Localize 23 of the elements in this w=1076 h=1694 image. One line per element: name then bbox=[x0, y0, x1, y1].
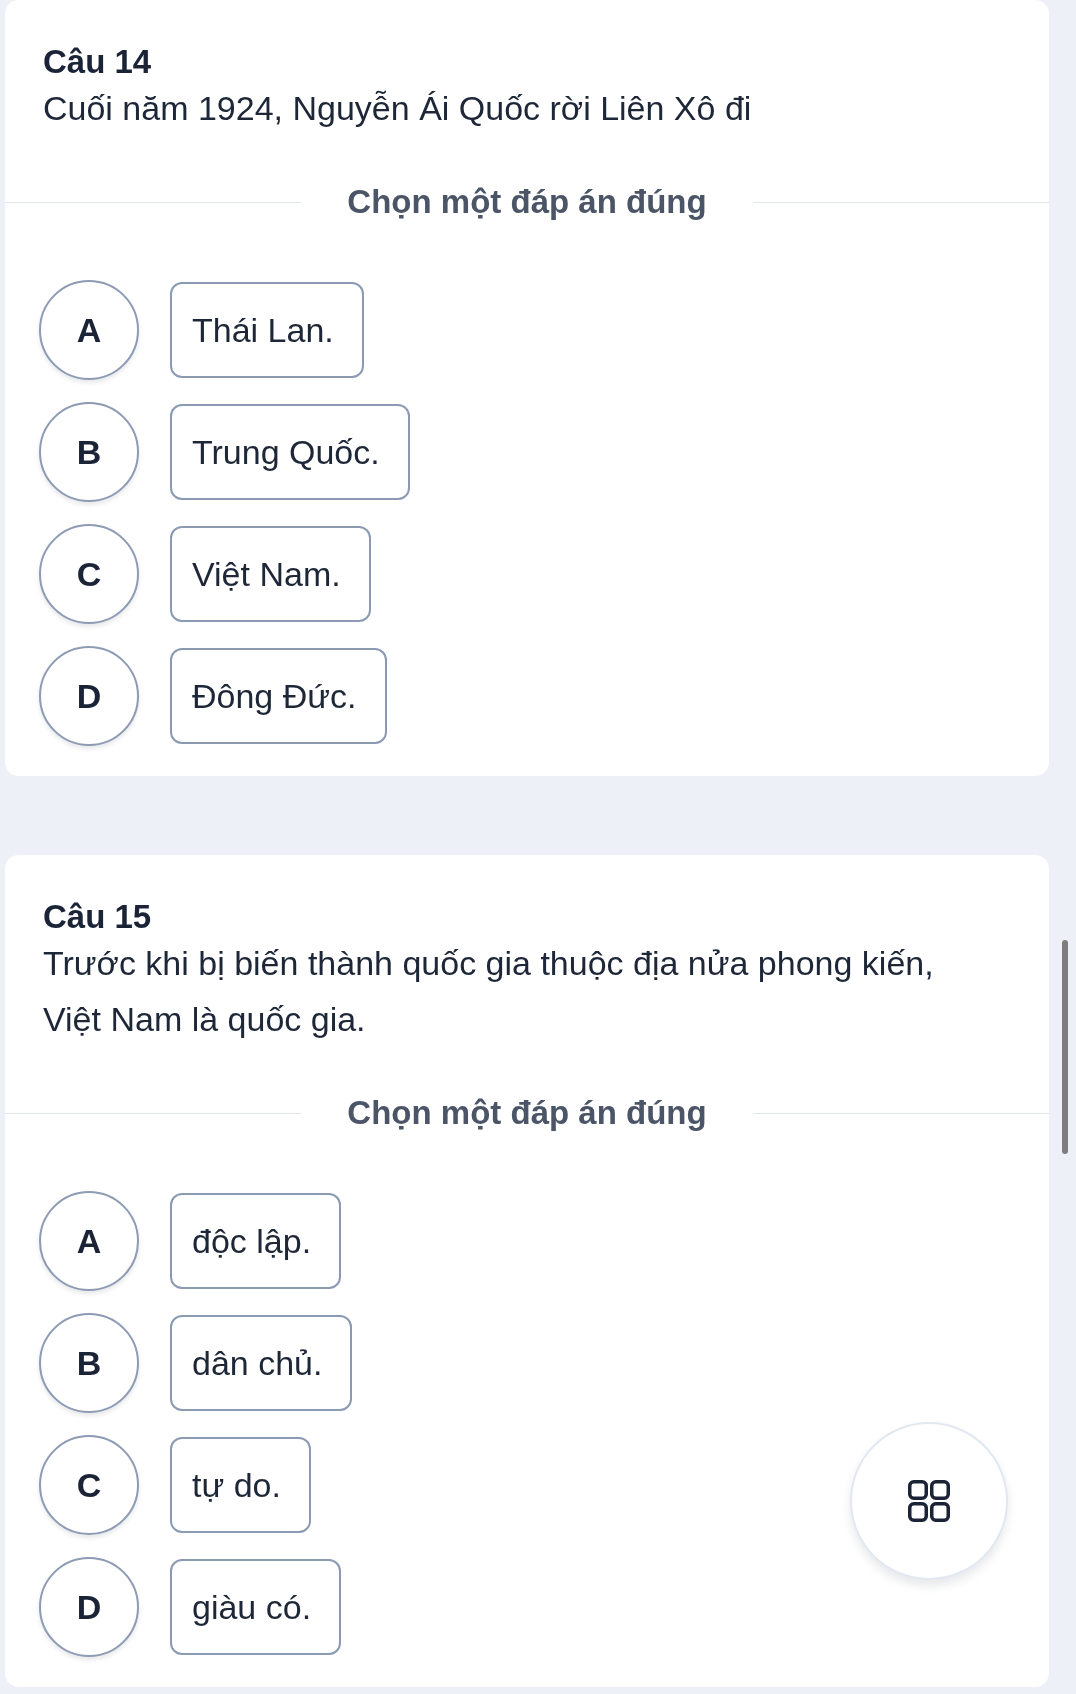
option-letter[interactable]: A bbox=[39, 1191, 139, 1291]
answer-option[interactable]: Trung Quốc. bbox=[170, 404, 410, 500]
answer-option[interactable]: độc lập. bbox=[170, 1193, 342, 1289]
question-text: Trước khi bị biến thành quốc gia thuộc địa nửa phong kiến, Việt Nam là quốc gia. bbox=[43, 943, 935, 1040]
instruction-text: Chọn một đáp án đúng bbox=[347, 182, 707, 222]
grid-icon bbox=[908, 1480, 950, 1522]
question-number: Câu 14 bbox=[43, 44, 153, 80]
answer-option[interactable]: giàu có. bbox=[170, 1559, 342, 1655]
option-letter[interactable]: D bbox=[39, 1557, 139, 1657]
answer-option[interactable]: Đông Đức. bbox=[170, 648, 387, 744]
answer-option[interactable]: Việt Nam. bbox=[170, 526, 371, 622]
option-letter[interactable]: B bbox=[39, 402, 139, 502]
answer-option[interactable]: tự do. bbox=[170, 1437, 311, 1533]
option-letter[interactable]: A bbox=[39, 280, 139, 380]
option-letter[interactable]: B bbox=[39, 1313, 139, 1413]
instruction-text: Chọn một đáp án đúng bbox=[347, 1093, 707, 1133]
option-letter[interactable]: C bbox=[39, 524, 139, 624]
option-letter[interactable]: D bbox=[39, 646, 139, 746]
answer-option[interactable]: Thái Lan. bbox=[170, 282, 364, 378]
question-text: Cuối năm 1924, Nguyễn Ái Quốc rời Liên Xô đi bbox=[43, 88, 753, 129]
question-number: Câu 15 bbox=[43, 899, 153, 935]
option-letter[interactable]: C bbox=[39, 1435, 139, 1535]
answer-option[interactable]: dân chủ. bbox=[170, 1315, 353, 1411]
